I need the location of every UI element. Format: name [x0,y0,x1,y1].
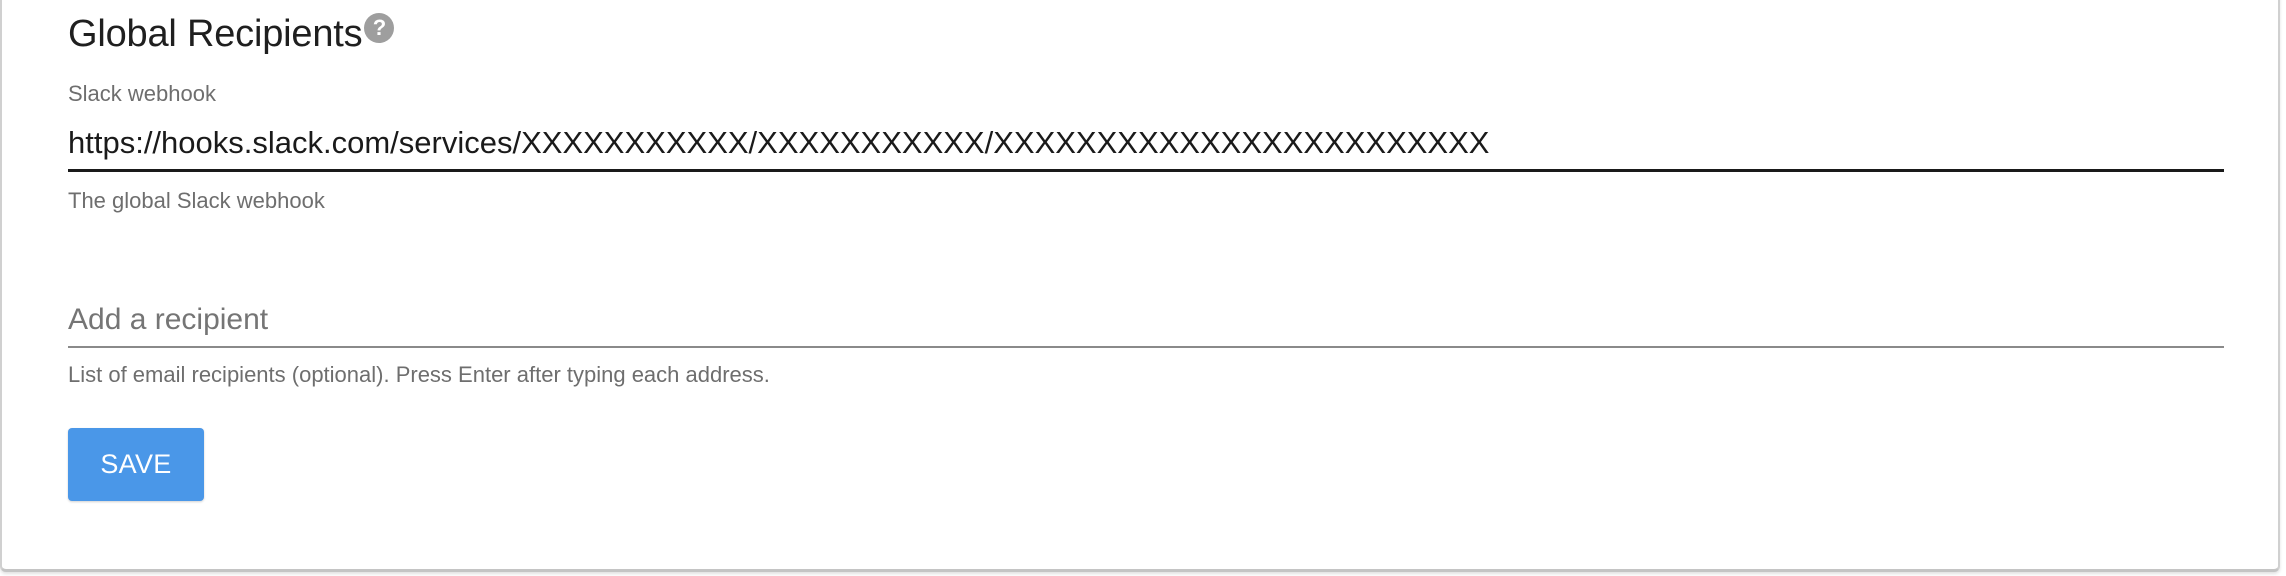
section-header: Global Recipients ? [68,12,395,56]
slack-webhook-helper-text: The global Slack webhook [68,188,325,213]
help-icon[interactable]: ? [364,13,395,43]
recipients-helper-text: List of email recipients (optional). Pre… [68,362,770,387]
slack-webhook-input[interactable] [68,116,2224,172]
global-recipients-card: Global Recipients ? Slack webhook The gl… [0,0,2280,572]
add-recipient-input[interactable] [68,294,2224,348]
section-title: Global Recipients [68,13,363,55]
save-button[interactable]: SAVE [68,428,204,501]
slack-webhook-label: Slack webhook [68,81,216,106]
